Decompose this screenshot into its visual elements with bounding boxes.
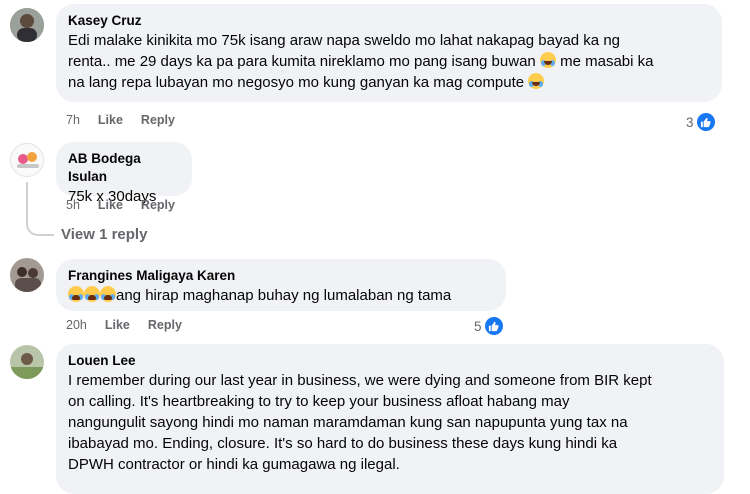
comment-line: me masabi ka bbox=[560, 53, 654, 70]
avatar[interactable] bbox=[10, 258, 44, 292]
comment-line: na lang repa lubayan mo negosyo mo kung … bbox=[68, 74, 525, 91]
comment-actions: 20h Like Reply bbox=[66, 318, 182, 332]
comment-author[interactable]: Frangines Maligaya Karen bbox=[68, 267, 494, 285]
comment-line: Edi malake kinikita mo 75k isang araw na… bbox=[68, 32, 620, 49]
thumbs-up-icon bbox=[696, 113, 715, 131]
comment-actions: 7h Like Reply bbox=[66, 113, 175, 127]
avatar-logo bbox=[11, 144, 43, 176]
comment-text: ang hirap maghanap buhay ng lumalaban ng… bbox=[68, 285, 494, 306]
comment-line: I remember during our last year in busin… bbox=[68, 372, 652, 389]
avatar-photo bbox=[10, 258, 44, 292]
comment-author[interactable]: Louen Lee bbox=[68, 352, 712, 370]
thumbs-up-icon bbox=[484, 317, 503, 335]
comment-line: ibabayad mo. Ending, closure. It's so ha… bbox=[68, 435, 618, 452]
avatar-photo bbox=[10, 345, 44, 379]
like-button[interactable]: Like bbox=[105, 318, 130, 332]
reply-button[interactable]: Reply bbox=[141, 198, 175, 212]
crying-emoji-icon bbox=[68, 286, 84, 302]
comment-line: nangungulit sayong hindi mo naman maramd… bbox=[68, 414, 628, 431]
laughing-emoji-icon bbox=[539, 52, 556, 68]
like-button[interactable]: Like bbox=[98, 113, 123, 127]
crying-emoji-icon bbox=[100, 286, 116, 302]
comment-timestamp[interactable]: 5h bbox=[66, 198, 80, 212]
avatar[interactable] bbox=[10, 143, 44, 177]
comment-bubble: AB Bodega Isulan 75k x 30days bbox=[56, 142, 192, 205]
avatar[interactable] bbox=[10, 8, 44, 42]
laughing-emoji-icon bbox=[528, 73, 545, 89]
comment-author[interactable]: AB Bodega Isulan bbox=[68, 150, 180, 186]
reaction-number: 3 bbox=[686, 114, 694, 130]
comment-line: renta.. me 29 days ka pa para kumita nir… bbox=[68, 53, 536, 70]
comment-line: on calling. It's heartbreaking to try to… bbox=[68, 393, 570, 410]
reply-button[interactable]: Reply bbox=[141, 113, 175, 127]
reaction-count[interactable]: 3 bbox=[686, 113, 715, 131]
reply-button[interactable]: Reply bbox=[148, 318, 182, 332]
avatar-photo bbox=[10, 8, 44, 42]
comment-actions: 5h Like Reply bbox=[66, 198, 175, 212]
avatar[interactable] bbox=[10, 345, 44, 379]
like-button[interactable]: Like bbox=[98, 198, 123, 212]
reply-thread-line bbox=[26, 182, 54, 236]
comment-timestamp[interactable]: 7h bbox=[66, 113, 80, 127]
reaction-number: 5 bbox=[474, 318, 482, 334]
comment-line: ang hirap maghanap buhay ng lumalaban ng… bbox=[116, 287, 452, 304]
view-replies-link[interactable]: View 1 reply bbox=[61, 226, 147, 243]
comment-bubble: Kasey Cruz Edi malake kinikita mo 75k is… bbox=[56, 4, 722, 102]
comment-bubble: Louen Lee I remember during our last yea… bbox=[56, 344, 724, 494]
comment-line: DPWH contractor or hindi ka gumagawa ng … bbox=[68, 456, 400, 473]
comment-author[interactable]: Kasey Cruz bbox=[68, 12, 710, 30]
comment-text: I remember during our last year in busin… bbox=[68, 370, 712, 475]
reaction-count[interactable]: 5 bbox=[474, 317, 503, 335]
comment-text: Edi malake kinikita mo 75k isang araw na… bbox=[68, 30, 710, 93]
comment-timestamp[interactable]: 20h bbox=[66, 318, 87, 332]
comment-bubble: Frangines Maligaya Karen ang hirap magha… bbox=[56, 259, 506, 311]
crying-emoji-icon bbox=[84, 286, 100, 302]
